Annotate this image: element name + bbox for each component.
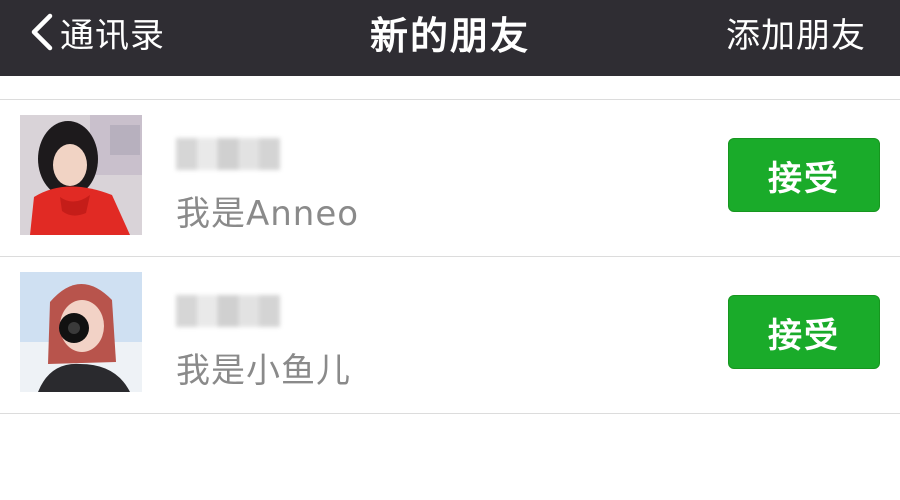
accept-button[interactable]: 接受 (728, 295, 880, 369)
avatar[interactable] (20, 115, 142, 235)
accept-button[interactable]: 接受 (728, 138, 880, 212)
request-message: 我是小鱼儿 (176, 351, 351, 391)
friend-request-row[interactable]: 我是小鱼儿 接受 (0, 257, 900, 414)
blurred-name (176, 138, 280, 170)
avatar-photo (20, 115, 142, 235)
avatar[interactable] (20, 272, 142, 392)
blurred-name (176, 295, 280, 327)
add-friend-button[interactable]: 添加朋友 (726, 0, 866, 64)
navigation-bar: 通讯录 新的朋友 添加朋友 (0, 0, 900, 76)
section-gap (0, 76, 900, 100)
friend-request-row[interactable]: 我是Anneo 接受 (0, 100, 900, 257)
avatar-photo (20, 272, 142, 392)
request-message: 我是Anneo (176, 194, 360, 234)
friend-request-list: 我是Anneo 接受 我是小鱼儿 接受 (0, 99, 900, 414)
